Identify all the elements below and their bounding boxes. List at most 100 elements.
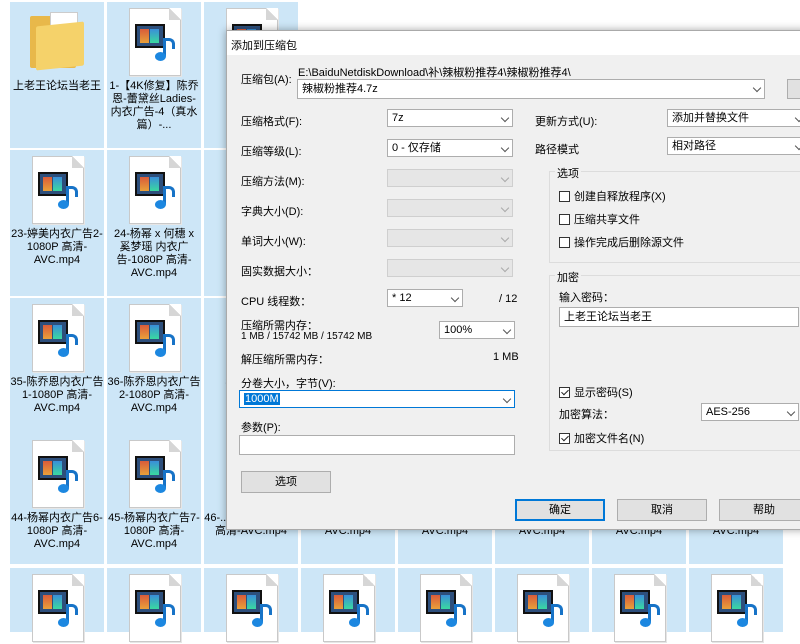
file-item[interactable]: 上老王论坛当老王 bbox=[10, 2, 104, 148]
video-file-icon bbox=[123, 574, 185, 644]
show-password-checkbox[interactable]: 显示密码(S) bbox=[559, 384, 633, 400]
method-select[interactable] bbox=[387, 169, 513, 187]
file-name: 24-杨幂 x 何穗 x 奚梦瑶 内衣广告-1080P 高清-AVC.mp4 bbox=[113, 228, 195, 279]
sfx-checkbox[interactable]: 创建自释放程序(X) bbox=[559, 188, 666, 204]
path-value: 相对路径 bbox=[672, 140, 716, 152]
file-item[interactable] bbox=[107, 568, 201, 642]
file-item[interactable]: 23-婷美内衣广告2-1080P 高清-AVC.mp4 bbox=[10, 150, 104, 296]
chevron-down-icon bbox=[794, 141, 800, 151]
volume-label: 分卷大小，字节(V): bbox=[241, 378, 336, 390]
browse-button[interactable]: ... bbox=[787, 79, 800, 99]
checkbox-box bbox=[559, 236, 570, 248]
ok-button[interactable]: 确定 bbox=[515, 499, 605, 521]
archive-name-combo[interactable]: 辣椒粉推荐4.7z bbox=[297, 79, 765, 99]
level-select[interactable]: 0 - 仅存储 bbox=[387, 139, 513, 157]
file-item[interactable]: 45-杨幂内衣广告7-1080P 高清-AVC.mp4 bbox=[107, 434, 201, 564]
file-item[interactable] bbox=[10, 568, 104, 642]
file-item[interactable] bbox=[301, 568, 395, 642]
solid-select[interactable] bbox=[387, 259, 513, 277]
sfx-label: 创建自释放程序(X) bbox=[574, 191, 666, 203]
enc-method-select[interactable]: AES-256 bbox=[701, 403, 799, 421]
chevron-down-icon bbox=[794, 113, 800, 123]
file-name: 1-【4K修复】陈乔恩-蕾黛丝Ladies-内衣广告-4（真水篇）-... bbox=[109, 80, 199, 131]
update-select[interactable]: 添加并替换文件 bbox=[667, 109, 800, 127]
show-password-label: 显示密码(S) bbox=[574, 387, 633, 399]
video-file-icon bbox=[220, 574, 282, 644]
delete-source-label: 操作完成后删除源文件 bbox=[574, 237, 684, 249]
file-name: 23-婷美内衣广告2-1080P 高清-AVC.mp4 bbox=[11, 228, 103, 266]
method-label: 压缩方法(M): bbox=[241, 176, 305, 188]
shared-checkbox[interactable]: 压缩共享文件 bbox=[559, 211, 640, 227]
level-label: 压缩等级(L): bbox=[241, 146, 302, 158]
checkbox-box bbox=[559, 213, 570, 225]
shared-label: 压缩共享文件 bbox=[574, 214, 640, 226]
chevron-down-icon bbox=[500, 263, 510, 273]
file-item[interactable]: 1-【4K修复】陈乔恩-蕾黛丝Ladies-内衣广告-4（真水篇）-... bbox=[107, 2, 201, 148]
path-select[interactable]: 相对路径 bbox=[667, 137, 800, 155]
mem-percent-select[interactable]: 100% bbox=[439, 321, 515, 339]
file-name: 35-陈乔恩内衣广告1-1080P 高清-AVC.mp4 bbox=[10, 376, 104, 414]
threads-label: CPU 线程数： bbox=[241, 296, 312, 308]
enc-method-value: AES-256 bbox=[706, 406, 751, 418]
file-item[interactable]: 44-杨幂内衣广告6-1080P 高清-AVC.mp4 bbox=[10, 434, 104, 564]
file-item[interactable]: 35-陈乔恩内衣广告1-1080P 高清-AVC.mp4 bbox=[10, 298, 104, 444]
cancel-button[interactable]: 取消 bbox=[617, 499, 707, 521]
chevron-down-icon bbox=[502, 394, 512, 404]
format-select[interactable]: 7z bbox=[387, 109, 513, 127]
chevron-down-icon bbox=[500, 173, 510, 183]
params-input[interactable] bbox=[239, 435, 515, 455]
threads-select[interactable]: * 12 bbox=[387, 289, 463, 307]
file-item[interactable] bbox=[204, 568, 298, 642]
file-item[interactable] bbox=[495, 568, 589, 642]
dialog-title: 添加到压缩包 bbox=[231, 40, 297, 52]
checkbox-box bbox=[559, 190, 570, 202]
dict-select[interactable] bbox=[387, 199, 513, 217]
password-input[interactable]: 上老王论坛当老王 bbox=[559, 307, 799, 327]
options-group-title: 选项 bbox=[555, 165, 581, 181]
word-label: 单词大小(W): bbox=[241, 236, 306, 248]
video-file-icon bbox=[511, 574, 573, 644]
word-select[interactable] bbox=[387, 229, 513, 247]
update-label: 更新方式(U): bbox=[535, 116, 598, 128]
video-file-icon bbox=[705, 574, 767, 644]
mem-decomp-label: 解压缩所需内存： bbox=[241, 354, 329, 366]
enc-method-label: 加密算法： bbox=[559, 409, 614, 421]
encryption-group-title: 加密 bbox=[555, 269, 581, 285]
file-name: 36-陈乔恩内衣广告2-1080P 高清-AVC.mp4 bbox=[107, 376, 201, 414]
chevron-down-icon bbox=[500, 203, 510, 213]
file-item[interactable]: 24-杨幂 x 何穗 x 奚梦瑶 内衣广告-1080P 高清-AVC.mp4 bbox=[107, 150, 201, 296]
video-file-icon bbox=[26, 574, 88, 644]
video-file-icon bbox=[26, 440, 88, 510]
format-value: 7z bbox=[392, 112, 404, 124]
password-label: 输入密码： bbox=[559, 292, 614, 304]
threads-value: * 12 bbox=[392, 292, 412, 304]
chevron-down-icon bbox=[786, 407, 796, 417]
chevron-down-icon bbox=[500, 233, 510, 243]
volume-combo[interactable]: 1000M bbox=[239, 390, 515, 408]
delete-source-checkbox[interactable]: 操作完成后删除源文件 bbox=[559, 234, 684, 250]
dialog-titlebar[interactable]: 添加到压缩包 bbox=[227, 31, 800, 55]
file-item[interactable] bbox=[592, 568, 686, 642]
mem-decomp-value: 1 MB bbox=[493, 351, 519, 363]
file-name: 45-杨幂内衣广告7-1080P 高清-AVC.mp4 bbox=[108, 512, 200, 550]
encrypt-names-label: 加密文件名(N) bbox=[574, 433, 645, 445]
format-label: 压缩格式(F): bbox=[241, 116, 303, 128]
mem-comp-detail: 1 MB / 15742 MB / 15742 MB bbox=[241, 331, 373, 342]
level-value: 0 - 仅存储 bbox=[392, 142, 441, 154]
file-item[interactable] bbox=[689, 568, 783, 642]
file-item[interactable] bbox=[398, 568, 492, 642]
video-file-icon bbox=[123, 304, 185, 374]
archive-label: 压缩包(A): bbox=[241, 74, 292, 86]
video-file-icon bbox=[123, 440, 185, 510]
mem-percent-value: 100% bbox=[444, 324, 473, 336]
file-item[interactable]: 36-陈乔恩内衣广告2-1080P 高清-AVC.mp4 bbox=[107, 298, 201, 444]
options-button[interactable]: 选项 bbox=[241, 471, 331, 493]
file-name: 44-杨幂内衣广告6-1080P 高清-AVC.mp4 bbox=[11, 512, 103, 550]
params-label: 参数(P): bbox=[241, 422, 281, 434]
help-button[interactable]: 帮助 bbox=[719, 499, 800, 521]
video-file-icon bbox=[317, 574, 379, 644]
encrypt-names-checkbox[interactable]: 加密文件名(N) bbox=[559, 430, 644, 446]
video-file-icon bbox=[26, 156, 88, 226]
video-file-icon bbox=[26, 304, 88, 374]
threads-max: / 12 bbox=[499, 293, 518, 305]
